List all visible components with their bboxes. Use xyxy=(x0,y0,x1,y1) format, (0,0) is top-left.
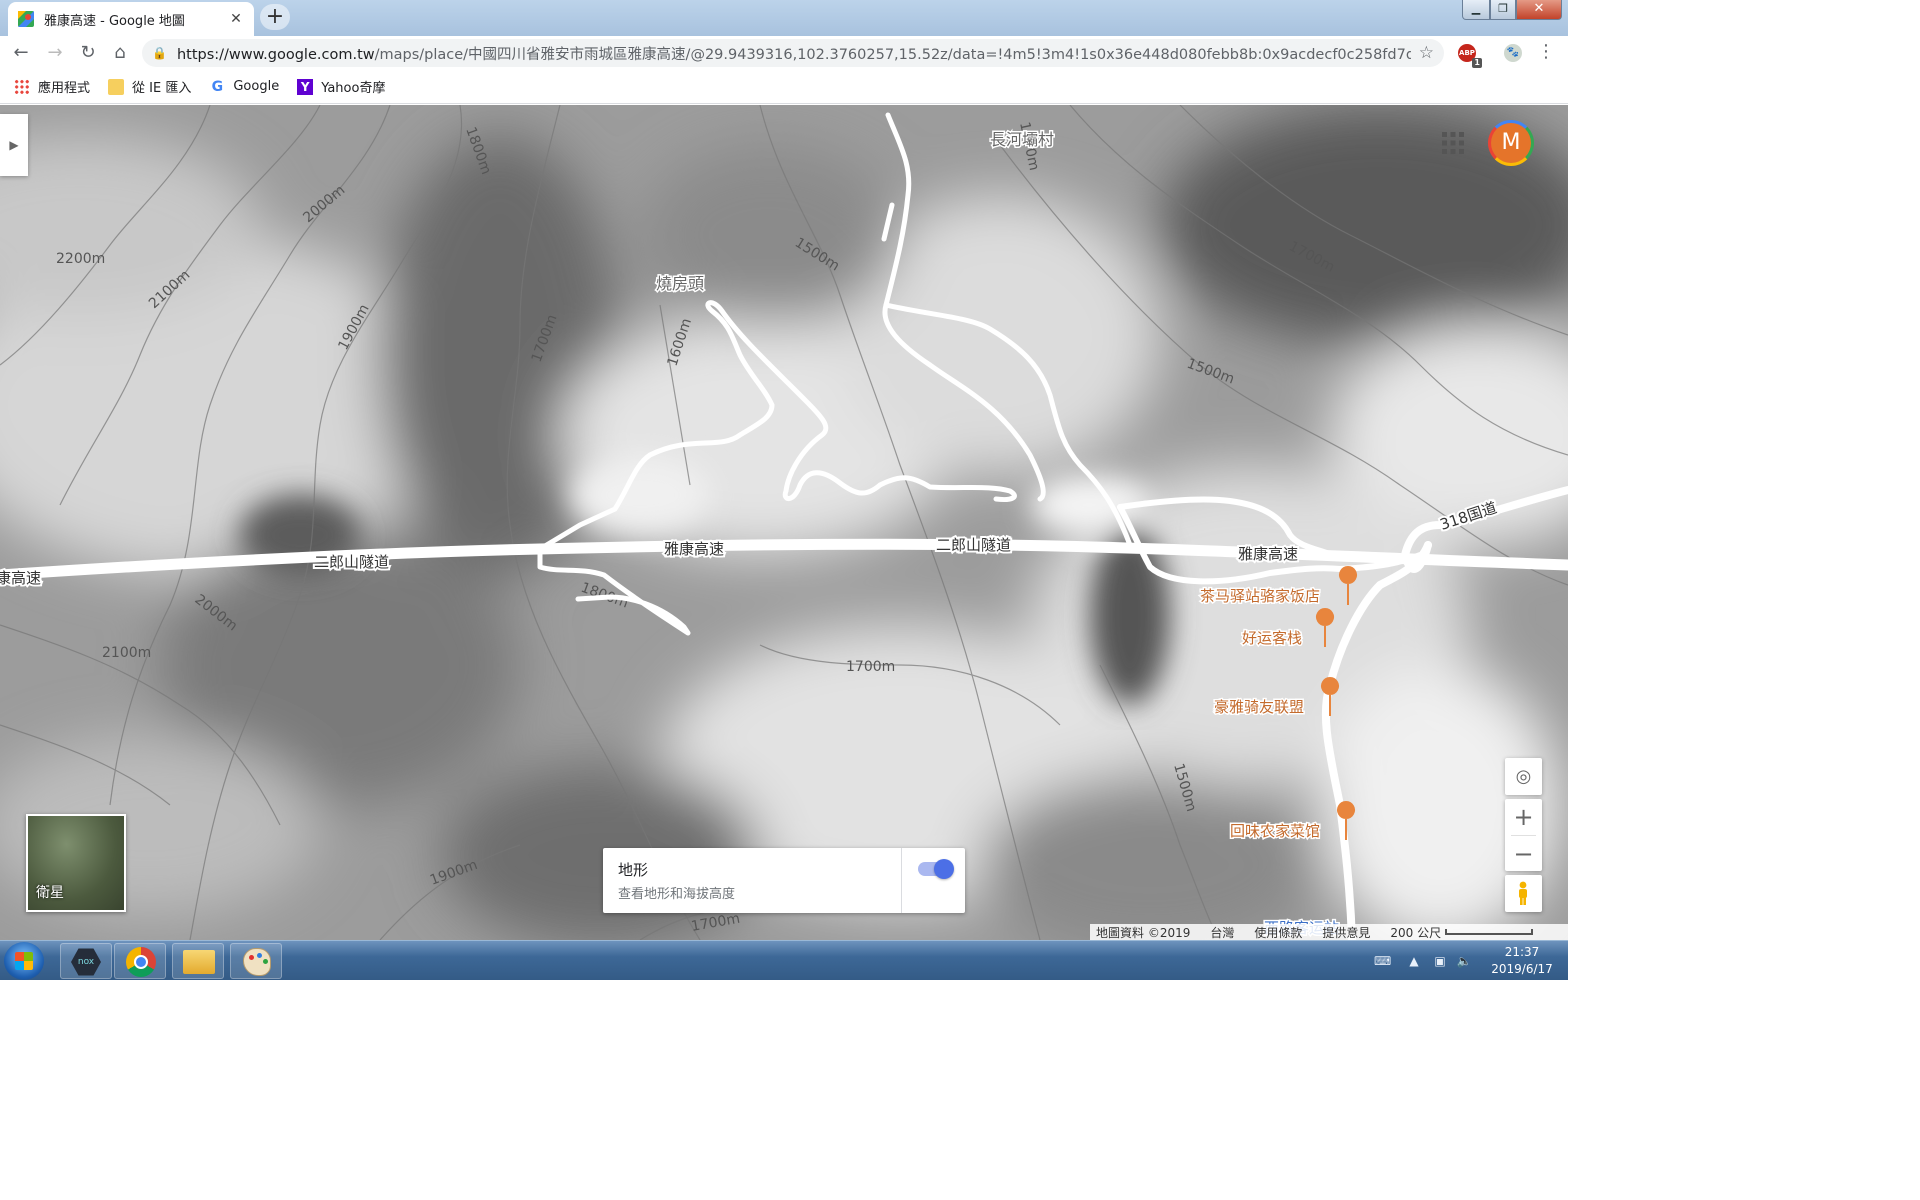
poi-label: 回味农家菜馆 xyxy=(1230,822,1320,840)
pegman-icon xyxy=(1519,881,1527,905)
contour-label: 2200m xyxy=(56,251,105,267)
clock-time: 21:37 xyxy=(1504,945,1540,959)
bookmark-label: Google xyxy=(233,79,280,94)
browser-tab[interactable]: 雅康高速 - Google 地圖 ✕ xyxy=(8,2,254,36)
scale-label[interactable]: 200 公尺 xyxy=(1390,924,1441,941)
folder-icon xyxy=(108,78,125,95)
region-link[interactable]: 台灣 xyxy=(1210,924,1234,941)
terms-link[interactable]: 使用條款 xyxy=(1254,924,1302,941)
new-tab-button[interactable]: + xyxy=(260,4,290,30)
back-arrow-icon[interactable]: ← xyxy=(8,40,34,66)
contour-label: 2100m xyxy=(102,645,151,661)
contour-label: 1700m xyxy=(846,659,895,675)
place-label-village[interactable]: 長河壩村 xyxy=(989,129,1056,151)
url-text: https://www.google.com.tw/maps/place/中國四… xyxy=(177,43,1411,64)
map-data-credit: 地圖資料 ©2019 xyxy=(1096,925,1191,940)
extension-icon[interactable]: 🐾 xyxy=(1504,44,1522,62)
yahoo-y-icon: Y xyxy=(297,78,314,95)
apps-grid-icon xyxy=(14,78,30,95)
home-icon[interactable]: ⌂ xyxy=(107,40,133,66)
terrain-shading xyxy=(0,105,1568,940)
tab-strip: 雅康高速 - Google 地圖 ✕ + ▁ ❐ ✕ xyxy=(0,0,1568,36)
zoom-out-button[interactable]: − xyxy=(1505,836,1542,872)
chrome-menu-icon[interactable]: ⋮ xyxy=(1536,40,1556,66)
bookmark-ie-import[interactable]: 從 IE 匯入 xyxy=(108,77,191,96)
bookmark-google[interactable]: G Google xyxy=(209,78,280,95)
poi-label: 茶马驿站骆家饭店 xyxy=(1200,587,1320,605)
terrain-layer-card: 地形 查看地形和海拔高度 xyxy=(603,848,965,913)
place-label[interactable]: 燒房頭 xyxy=(655,273,706,295)
forward-arrow-icon[interactable]: → xyxy=(42,40,68,66)
tab-title: 雅康高速 - Google 地圖 xyxy=(44,13,185,29)
windows-logo-icon xyxy=(15,952,33,970)
reload-icon[interactable]: ↻ xyxy=(75,40,101,66)
bookmark-label: 從 IE 匯入 xyxy=(132,81,192,96)
folder-icon xyxy=(183,950,215,974)
system-tray: ⌨ ▲ ▣ 🔈 21:37 2019/6/17 xyxy=(1370,941,1568,981)
lock-icon: 🔒 xyxy=(152,46,167,60)
feedback-link[interactable]: 提供意見 xyxy=(1322,924,1370,941)
window-minimize-button[interactable]: ▁ xyxy=(1462,0,1490,20)
poi-label: 豪雅骑友联盟 xyxy=(1214,698,1304,716)
chrome-icon xyxy=(126,947,156,977)
bookmark-label: 應用程式 xyxy=(38,81,91,96)
paint-palette-icon xyxy=(243,948,271,976)
terrain-title: 地形 xyxy=(618,861,649,879)
taskbar-app-paint[interactable] xyxy=(230,943,282,979)
abp-badge-count: 1 xyxy=(1472,58,1482,68)
road-label: 二郎山隧道 xyxy=(314,553,389,571)
map-attribution-bar: 地圖資料 ©2019 台灣 使用條款 提供意見 200 公尺 xyxy=(1090,924,1568,940)
account-avatar[interactable]: M xyxy=(1488,120,1534,166)
clock-date: 2019/6/17 xyxy=(1491,962,1553,976)
window-maximize-button[interactable]: ❐ xyxy=(1490,0,1516,20)
road-label: 雅康高速 xyxy=(664,540,724,558)
toggle-knob xyxy=(934,859,954,879)
keyboard-icon[interactable]: ⌨ xyxy=(1374,953,1391,969)
road-label: 康高速 xyxy=(0,569,41,587)
terrain-description: 查看地形和海拔高度 xyxy=(618,887,736,902)
abp-label: ABP xyxy=(1459,49,1475,57)
road-label: 雅康高速 xyxy=(1238,545,1298,563)
address-bar[interactable]: 🔒 https://www.google.com.tw/maps/place/中… xyxy=(142,39,1444,67)
my-location-button[interactable]: ◎ xyxy=(1505,758,1542,795)
window-close-button[interactable]: ✕ xyxy=(1516,0,1562,20)
terrain-toggle[interactable] xyxy=(918,859,954,879)
scale-bar xyxy=(1445,929,1534,935)
taskbar-app-nox[interactable]: nox xyxy=(60,943,112,979)
satellite-layer-button[interactable]: 衛星 xyxy=(26,814,126,912)
divider xyxy=(901,848,902,913)
map-canvas[interactable]: 1800m 2000m 2200m 2100m 1900m 1700m 1600… xyxy=(0,105,1568,940)
bookmark-label: Yahoo奇摩 xyxy=(321,81,386,96)
network-icon[interactable]: ▣ xyxy=(1432,953,1448,969)
google-apps-icon[interactable] xyxy=(1440,130,1466,156)
road-label: 二郎山隧道 xyxy=(936,536,1011,554)
bookmark-apps[interactable]: 應用程式 xyxy=(14,77,90,96)
bookmark-yahoo[interactable]: Y Yahoo奇摩 xyxy=(297,77,385,96)
url-path: /maps/place/中國四川省雅安市雨城區雅康高速/@29.9439316,… xyxy=(374,46,1411,63)
street-view-pegman-button[interactable] xyxy=(1505,875,1542,912)
adblock-extension-icon[interactable]: ABP 1 xyxy=(1458,44,1482,68)
tab-close-icon[interactable]: ✕ xyxy=(228,11,244,27)
nox-player-icon: nox xyxy=(71,948,101,976)
volume-icon[interactable]: 🔈 xyxy=(1456,953,1472,969)
start-button[interactable] xyxy=(4,942,44,980)
terrain-map-svg[interactable]: 1800m 2000m 2200m 2100m 1900m 1700m 1600… xyxy=(0,105,1568,940)
side-panel-toggle-button[interactable]: ▶ xyxy=(0,114,28,176)
windows-taskbar: nox ⌨ ▲ ▣ 🔈 21:37 2019/6/17 xyxy=(0,940,1568,980)
google-maps-favicon-icon xyxy=(18,11,34,27)
url-domain: https://www.google.com.tw xyxy=(176,46,375,63)
satellite-label: 衛星 xyxy=(36,885,64,901)
system-clock[interactable]: 21:37 2019/6/17 xyxy=(1482,944,1562,978)
show-hidden-icons-icon[interactable]: ▲ xyxy=(1406,953,1422,969)
browser-toolbar: ← → ↻ ⌂ 🔒 https://www.google.com.tw/maps… xyxy=(0,36,1568,70)
taskbar-app-explorer[interactable] xyxy=(172,943,224,979)
bookmarks-bar: 應用程式 從 IE 匯入 G Google Y Yahoo奇摩 xyxy=(0,70,1568,104)
google-g-icon: G xyxy=(211,78,224,95)
zoom-controls: + − xyxy=(1505,799,1542,871)
taskbar-app-chrome[interactable] xyxy=(114,943,166,979)
zoom-in-button[interactable]: + xyxy=(1505,799,1542,835)
poi-label: 好运客栈 xyxy=(1242,629,1302,647)
bookmark-star-icon[interactable]: ☆ xyxy=(1419,43,1434,63)
